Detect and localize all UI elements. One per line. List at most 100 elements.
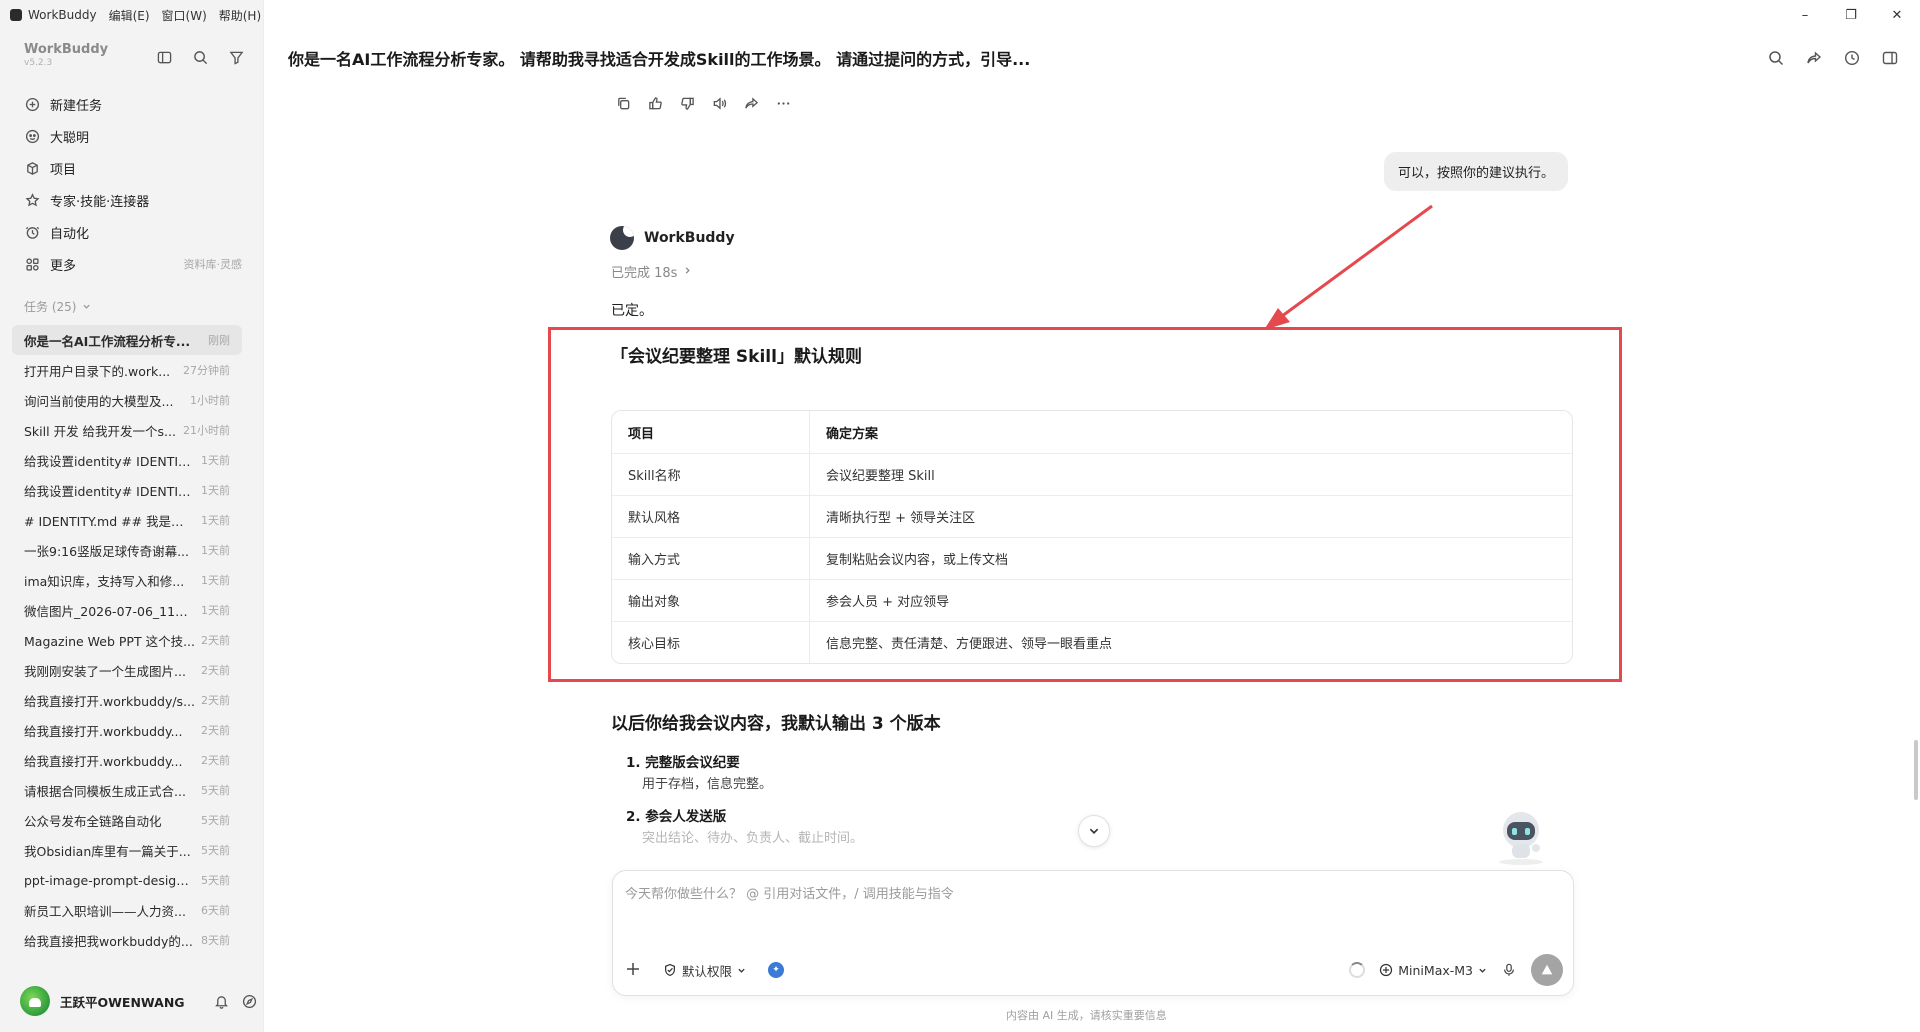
task-time: 8天前 bbox=[201, 934, 230, 947]
task-item[interactable]: 你是一名AI工作流程分析专... 刚刚 bbox=[12, 325, 242, 355]
task-item[interactable]: # IDENTITY.md ## 我是谁 ... 1天前 bbox=[12, 505, 242, 535]
version-title: 2. 参会人发送版 bbox=[626, 809, 727, 825]
table-cell: 信息完整、责任清楚、方便跟进、领导一眼看重点 bbox=[826, 637, 1113, 652]
table-cell: 会议纪要整理 Skill bbox=[826, 469, 935, 484]
nav-new-task[interactable]: 新建任务 bbox=[12, 88, 252, 120]
task-time: 刚刚 bbox=[208, 334, 230, 347]
scrollbar-thumb[interactable] bbox=[1914, 740, 1918, 800]
composer-toolbar: 默认权限 ✦ MiniMax-M3 bbox=[625, 953, 1563, 987]
task-time: 27分钟前 bbox=[183, 364, 230, 377]
nav-label: 项目 bbox=[50, 162, 77, 178]
scroll-down-button[interactable] bbox=[1078, 815, 1110, 847]
task-title: 微信图片_2026-07-06_1143... bbox=[24, 603, 195, 619]
send-button[interactable] bbox=[1531, 954, 1563, 986]
task-item[interactable]: 微信图片_2026-07-06_1143... 1天前 bbox=[12, 595, 242, 625]
task-title: ppt-image-prompt-design... bbox=[24, 872, 195, 888]
menu-edit[interactable]: 编辑(E) bbox=[109, 7, 150, 24]
composer[interactable]: 今天帮你做些什么？ @ 引用对话文件，/ 调用技能与指令 默认权限 ✦ Mini… bbox=[612, 870, 1574, 996]
task-item[interactable]: 给我直接把我workbuddy的... 8天前 bbox=[12, 925, 242, 955]
send-arrow-icon bbox=[1541, 964, 1553, 975]
assistant-icon bbox=[24, 128, 40, 144]
task-item[interactable]: Magazine Web PPT 这个技... 2天前 bbox=[12, 625, 242, 655]
task-title: 一张9:16竖版足球传奇谢幕... bbox=[24, 543, 189, 559]
automation-icon bbox=[24, 224, 40, 240]
nav-label: 自动化 bbox=[50, 226, 90, 242]
task-time: 21小时前 bbox=[183, 424, 230, 437]
sidebar-nav: 新建任务 大聪明 项目 专家·技能·连接器 自动化 更多 资料库·灵感 bbox=[12, 88, 252, 280]
nav-expert[interactable]: 专家·技能·连接器 bbox=[12, 184, 252, 216]
task-time: 1天前 bbox=[201, 604, 230, 617]
main-panel: – ❐ ✕ 你是一名AI工作流程分析专家。 请帮助我寻找适合开发成Skill的工… bbox=[264, 0, 1920, 1032]
task-item[interactable]: 公众号发布全链路自动化 5天前 bbox=[12, 805, 242, 835]
task-time: 1天前 bbox=[201, 454, 230, 467]
task-title: 给我设置identity# IDENTIT... bbox=[24, 483, 195, 499]
task-item[interactable]: 询问当前使用的大模型及... 1小时前 bbox=[12, 385, 242, 415]
bell-icon[interactable] bbox=[213, 992, 231, 1010]
task-item[interactable]: Skill 开发 给我开发一个s... 21小时前 bbox=[12, 415, 242, 445]
chevron-down-icon bbox=[738, 968, 745, 973]
task-title: 给我直接打开.workbuddy/s... bbox=[24, 693, 195, 709]
footer-note: 内容由 AI 生成，请核实重要信息 bbox=[1006, 1009, 1167, 1022]
task-item[interactable]: 请根据合同模板生成正式合... 5天前 bbox=[12, 775, 242, 805]
table-cell: 清晰执行型 + 领导关注区 bbox=[826, 511, 976, 526]
tasks-header[interactable]: 任务 (25) bbox=[24, 298, 91, 315]
chevron-down-icon bbox=[82, 300, 91, 314]
section-title: 「会议纪要整理 Skill」默认规则 bbox=[611, 347, 862, 367]
task-item[interactable]: 我Obsidian库里有一篇关于... 5天前 bbox=[12, 835, 242, 865]
table-header-row: 项目 确定方案 bbox=[612, 411, 1572, 453]
task-item[interactable]: 给我设置identity# IDENTIT... 1天前 bbox=[12, 445, 242, 475]
nav-assistant[interactable]: 大聪明 bbox=[12, 120, 252, 152]
nav-label: 更多 bbox=[50, 258, 77, 274]
menubar: WorkBuddy 编辑(E) 窗口(W) 帮助(H) bbox=[0, 0, 264, 30]
search-icon[interactable] bbox=[191, 48, 209, 66]
permission-selector[interactable]: 默认权限 bbox=[663, 961, 746, 980]
model-selector[interactable]: MiniMax-M3 bbox=[1379, 963, 1487, 978]
bot-status[interactable]: 已完成 18s bbox=[611, 262, 692, 281]
task-item[interactable]: 给我直接打开.workbuddy... 2天前 bbox=[12, 715, 242, 745]
filter-icon[interactable] bbox=[227, 48, 245, 66]
task-title: 新员工入职培训——人力资... bbox=[24, 903, 186, 919]
bot-status-text: 已完成 18s bbox=[611, 266, 678, 281]
task-item[interactable]: 一张9:16竖版足球传奇谢幕... 1天前 bbox=[12, 535, 242, 565]
table-row: 输出对象 参会人员 + 对应领导 bbox=[612, 579, 1572, 621]
menu-window[interactable]: 窗口(W) bbox=[162, 7, 207, 24]
menu-help[interactable]: 帮助(H) bbox=[219, 7, 261, 24]
avatar[interactable] bbox=[20, 986, 50, 1016]
compass-icon[interactable] bbox=[241, 992, 259, 1010]
user-name[interactable]: 王跃平OWENWANG bbox=[60, 992, 185, 1011]
task-title: Skill 开发 给我开发一个s... bbox=[24, 423, 176, 439]
workbuddy-logo-icon bbox=[610, 226, 634, 250]
bot-header: WorkBuddy bbox=[610, 226, 735, 250]
task-time: 1天前 bbox=[201, 514, 230, 527]
bot-reply-text: 已定。 bbox=[611, 303, 653, 319]
nav-automation[interactable]: 自动化 bbox=[12, 216, 252, 248]
task-title: 给我直接把我workbuddy的... bbox=[24, 933, 193, 949]
tool-badge-icon[interactable]: ✦ bbox=[768, 962, 785, 978]
version-list: 1. 完整版会议纪要 用于存档，信息完整。 2. 参会人发送版 突出结论、待办、… bbox=[626, 752, 1326, 860]
task-item[interactable]: ppt-image-prompt-design... 5天前 bbox=[12, 865, 242, 895]
task-time: 5天前 bbox=[201, 844, 230, 857]
task-item[interactable]: 打开用户目录下的.work... 27分钟前 bbox=[12, 355, 242, 385]
list-item: 2. 参会人发送版 突出结论、待办、负责人、截止时间。 bbox=[626, 806, 1326, 850]
composer-placeholder[interactable]: 今天帮你做些什么？ @ 引用对话文件，/ 调用技能与指令 bbox=[625, 883, 954, 902]
table-cell: 输出对象 bbox=[612, 580, 810, 621]
task-time: 5天前 bbox=[201, 814, 230, 827]
toggle-sidebar-icon[interactable] bbox=[155, 48, 173, 66]
microphone-icon[interactable] bbox=[1501, 962, 1517, 978]
nav-project[interactable]: 项目 bbox=[12, 152, 252, 184]
task-item[interactable]: 我刚刚安装了一个生成图片... 2天前 bbox=[12, 655, 242, 685]
task-item[interactable]: 给我直接打开.workbuddy... 2天前 bbox=[12, 745, 242, 775]
table-header-cell: 项目 bbox=[612, 411, 810, 453]
table-cell: 默认风格 bbox=[612, 496, 810, 537]
task-item[interactable]: ima知识库，支持写入和修... 1天前 bbox=[12, 565, 242, 595]
task-item[interactable]: 给我直接打开.workbuddy/s... 2天前 bbox=[12, 685, 242, 715]
nav-more[interactable]: 更多 资料库·灵感 bbox=[12, 248, 252, 280]
task-item[interactable]: 新员工入职培训——人力资... 6天前 bbox=[12, 895, 242, 925]
task-time: 1小时前 bbox=[190, 394, 230, 407]
nav-more-extra[interactable]: 资料库·灵感 bbox=[184, 256, 243, 272]
add-attachment-button[interactable] bbox=[625, 958, 651, 982]
task-item[interactable]: 给我设置identity# IDENTIT... 1天前 bbox=[12, 475, 242, 505]
task-title: 我Obsidian库里有一篇关于... bbox=[24, 843, 191, 859]
task-time: 1天前 bbox=[201, 544, 230, 557]
brand-name: WorkBuddy bbox=[24, 42, 109, 57]
